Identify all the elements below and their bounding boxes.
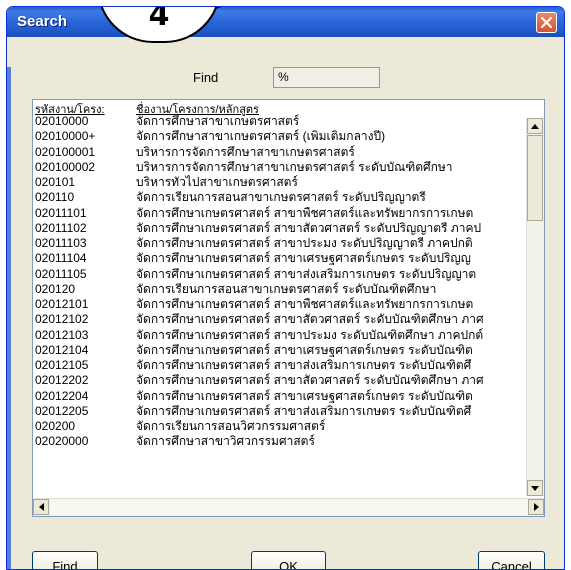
list-item-code: 02012105	[35, 358, 89, 372]
window-edge	[7, 67, 11, 569]
list-item[interactable]: 02012105 จัดการศึกษาเกษตรศาสตร์ สาขาส่งเส…	[33, 358, 527, 373]
list-item-code: 020110	[35, 190, 75, 205]
list-item[interactable]: 020100002 บริหารการจัดการศึกษาสาขาเกษตรศา…	[33, 160, 527, 175]
list-item-code: 020101	[35, 175, 76, 189]
list-item[interactable]: 02012204 จัดการศึกษาเกษตรศาสตร์ สาขาเศรษฐ…	[33, 389, 527, 404]
list-item-code: 02012102	[35, 312, 89, 327]
list-item-code: 02011104	[35, 251, 87, 266]
list-rows: 02010000 จัดการศึกษาสาขาเกษตรศาสตร์ 020100…	[33, 114, 527, 496]
list-item[interactable]: 02012202 จัดการศึกษาเกษตรศาสตร์ สาขาสัตวศ…	[33, 373, 527, 388]
list-item-code: 020100002	[35, 159, 96, 174]
list-item-name: จัดการศึกษาสาขาเกษตรศาสตร์	[136, 114, 300, 128]
window-title: Search	[17, 13, 68, 30]
list-item-name: จัดการศึกษาเกษตรศาสตร์ สาขาเศรษฐศาสตร์เก…	[136, 342, 473, 357]
list-item-code: 02011105	[35, 266, 87, 281]
list-item-code: 02012103	[35, 327, 89, 342]
find-button[interactable]: Find	[32, 551, 98, 569]
list-item-name: จัดการเรียนการสอนสาขาเกษตรศาสตร์ ระดับปร…	[136, 190, 426, 205]
list-item-name: จัดการศึกษาเกษตรศาสตร์ สาขาพืชศาสตร์และท…	[136, 205, 474, 220]
list-item-name: บริหารการจัดการศึกษาสาขาเกษตรศาสตร์	[136, 144, 355, 159]
list-item[interactable]: 02011103 จัดการศึกษาเกษตรศาสตร์ สาขาประมง…	[33, 236, 527, 251]
cancel-button[interactable]: Cancel	[478, 551, 545, 569]
list-item[interactable]: 020100001 บริหารการจัดการศึกษาสาขาเกษตรศา…	[33, 145, 527, 160]
list-item-code: 02012204	[35, 388, 89, 403]
list-item-name: บริหารการจัดการศึกษาสาขาเกษตรศาสตร์ ระดั…	[136, 159, 453, 174]
list-item-code: 02011101	[35, 205, 87, 220]
list-item-code: 020100001	[35, 144, 96, 159]
search-dialog: Search Find % รหัสงาน/โครง: ชื่องาน/โครง…	[6, 6, 565, 570]
list-item[interactable]: 02012104 จัดการศึกษาเกษตรศาสตร์ สาขาเศรษฐ…	[33, 343, 527, 358]
list-item-name: จัดการศึกษาเกษตรศาสตร์ สาขาสัตวศาสตร์ ระ…	[136, 373, 484, 388]
find-label: Find	[193, 70, 219, 85]
list-item-code: 02012104	[35, 342, 89, 357]
list-item-code: 020120	[35, 281, 76, 296]
list-item-name: จัดการศึกษาเกษตรศาสตร์ สาขาสัตวศาสตร์ ระ…	[136, 220, 482, 235]
arrow-down-icon	[531, 485, 539, 491]
close-button[interactable]	[536, 12, 557, 33]
list-item-code: 02012205	[35, 403, 89, 418]
scroll-left-button[interactable]	[33, 499, 49, 515]
list-item[interactable]: 02020000 จัดการศึกษาสาขาวิศวกรรมศาสตร์	[33, 434, 527, 449]
list-item-name: จัดการศึกษาเกษตรศาสตร์ สาขาสัตวศาสตร์ ระ…	[136, 312, 484, 327]
scroll-down-button[interactable]	[527, 480, 543, 496]
results-list[interactable]: รหัสงาน/โครง: ชื่องาน/โครงการ/หลักสูตร 0…	[32, 99, 545, 517]
scroll-right-button[interactable]	[528, 499, 544, 515]
list-item[interactable]: 02012102 จัดการศึกษาเกษตรศาสตร์ สาขาสัตวศ…	[33, 312, 527, 327]
list-item[interactable]: 020120 จัดการเรียนการสอนสาขาเกษตรศาสตร์ ร…	[33, 282, 527, 297]
list-item-name: จัดการศึกษาเกษตรศาสตร์ สาขาส่งเสริมการเก…	[136, 266, 477, 281]
list-item-name: บริหารทั่วไปสาขาเกษตรศาสตร์	[136, 175, 298, 189]
list-item-name: จัดการศึกษาเกษตรศาสตร์ สาขาส่งเสริมการเก…	[136, 403, 472, 418]
scroll-up-button[interactable]	[527, 118, 543, 134]
list-item[interactable]: 02011102 จัดการศึกษาเกษตรศาสตร์ สาขาสัตวศ…	[33, 221, 527, 236]
list-item-name: จัดการศึกษาสาขาวิศวกรรมศาสตร์	[136, 434, 315, 449]
list-item-code: 02010000+	[35, 129, 96, 144]
vertical-scrollbar[interactable]	[526, 118, 544, 496]
vertical-scroll-thumb[interactable]	[527, 135, 543, 221]
list-item[interactable]: 02012101 จัดการศึกษาเกษตรศาสตร์ สาขาพืชศา…	[33, 297, 527, 312]
arrow-right-icon	[533, 503, 539, 511]
ok-button[interactable]: OK	[251, 551, 326, 569]
search-input[interactable]: %	[273, 67, 380, 88]
horizontal-scrollbar[interactable]	[33, 498, 544, 516]
list-item-name: จัดการศึกษาเกษตรศาสตร์ สาขาเศรษฐศาสตร์เก…	[136, 388, 473, 403]
list-item[interactable]: 02011105 จัดการศึกษาเกษตรศาสตร์ สาขาส่งเส…	[33, 267, 527, 282]
horizontal-scroll-thumb[interactable]	[50, 499, 528, 515]
list-item-code: 020200	[35, 419, 76, 433]
list-item[interactable]: 020101 บริหารทั่วไปสาขาเกษตรศาสตร์	[33, 175, 527, 190]
list-item-code: 02011102	[35, 220, 87, 235]
list-item[interactable]: 02011101 จัดการศึกษาเกษตรศาสตร์ สาขาพืชศา…	[33, 206, 527, 221]
list-header: รหัสงาน/โครง: ชื่องาน/โครงการ/หลักสูตร	[33, 100, 527, 116]
list-item-name: จัดการศึกษาเกษตรศาสตร์ สาขาส่งเสริมการเก…	[136, 358, 472, 372]
list-item-name: จัดการเรียนการสอนสาขาเกษตรศาสตร์ ระดับบั…	[136, 281, 437, 296]
list-item[interactable]: 02012103 จัดการศึกษาเกษตรศาสตร์ สาขาประมง…	[33, 328, 527, 343]
arrow-left-icon	[38, 503, 44, 511]
list-item-name: จัดการศึกษาเกษตรศาสตร์ สาขาประมง ระดับปร…	[136, 236, 473, 250]
list-item[interactable]: 02011104 จัดการศึกษาเกษตรศาสตร์ สาขาเศรษฐ…	[33, 251, 527, 266]
list-item[interactable]: 02010000+ จัดการศึกษาสาขาเกษตรศาสตร์ (เพิ…	[33, 129, 527, 144]
arrow-up-icon	[531, 123, 539, 129]
list-item-name: จัดการศึกษาเกษตรศาสตร์ สาขาพืชศาสตร์และท…	[136, 297, 474, 311]
list-item-code: 02012202	[35, 373, 89, 388]
dialog-body: Find % รหัสงาน/โครง: ชื่องาน/โครงการ/หลั…	[12, 37, 559, 569]
list-item-name: จัดการศึกษาเกษตรศาสตร์ สาขาประมง ระดับบั…	[136, 327, 484, 342]
list-item-code: 02012101	[35, 297, 89, 311]
close-icon	[541, 17, 552, 28]
title-bar[interactable]: Search	[7, 7, 564, 37]
list-item[interactable]: 020200 จัดการเรียนการสอนวิศวกรรมศาสตร์	[33, 419, 527, 434]
list-item-name: จัดการเรียนการสอนวิศวกรรมศาสตร์	[136, 419, 326, 433]
list-item-code: 02011103	[35, 236, 87, 250]
list-item-code: 02010000	[35, 114, 89, 128]
list-item[interactable]: 02012205 จัดการศึกษาเกษตรศาสตร์ สาขาส่งเส…	[33, 404, 527, 419]
list-item-name: จัดการศึกษาเกษตรศาสตร์ สาขาเศรษฐศาสตร์เก…	[136, 251, 471, 266]
list-item-code: 02020000	[35, 434, 89, 449]
list-item[interactable]: 020110 จัดการเรียนการสอนสาขาเกษตรศาสตร์ ร…	[33, 190, 527, 205]
list-item[interactable]: 02010000 จัดการศึกษาสาขาเกษตรศาสตร์	[33, 114, 527, 129]
list-item-name: จัดการศึกษาสาขาเกษตรศาสตร์ (เพิ่มเติมกลา…	[136, 129, 386, 144]
